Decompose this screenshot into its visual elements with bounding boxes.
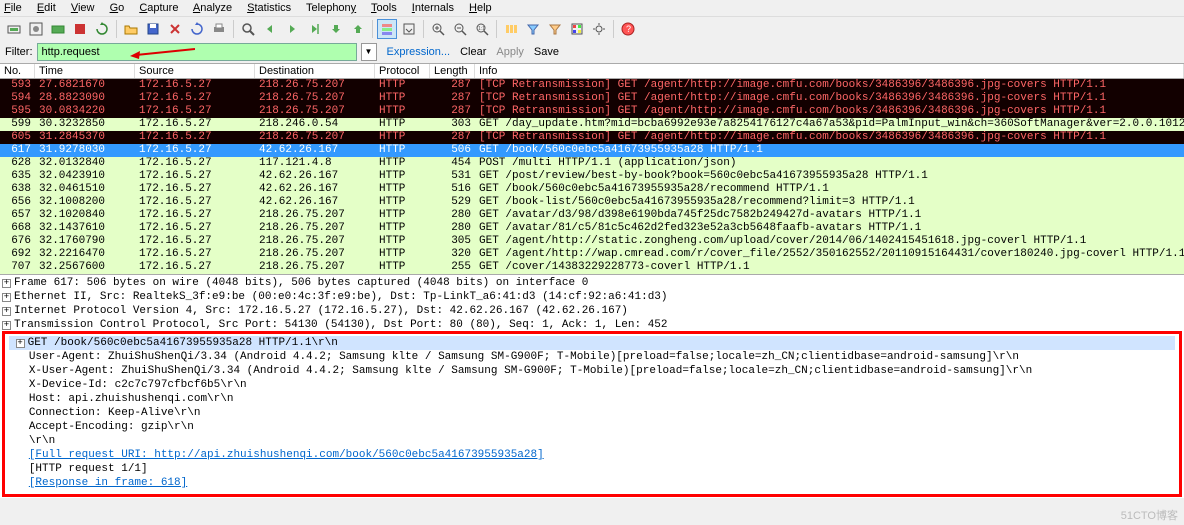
menu-bar: File Edit View Go Capture Analyze Statis… bbox=[0, 0, 1184, 17]
svg-text:1:1: 1:1 bbox=[478, 26, 485, 32]
resize-columns-icon[interactable] bbox=[501, 19, 521, 39]
expand-icon[interactable]: + bbox=[2, 321, 11, 330]
stop-capture-icon[interactable] bbox=[70, 19, 90, 39]
http-connection[interactable]: Connection: Keep-Alive\r\n bbox=[29, 407, 201, 419]
preferences-icon[interactable] bbox=[589, 19, 609, 39]
menu-help[interactable]: Help bbox=[469, 2, 492, 14]
filter-bar: Filter: ▼ Expression... Clear Apply Save bbox=[0, 41, 1184, 63]
zoom-in-icon[interactable] bbox=[428, 19, 448, 39]
packet-row[interactable]: 60531.2845370172.16.5.27218.26.75.207HTT… bbox=[0, 131, 1184, 144]
expand-icon[interactable]: + bbox=[16, 339, 25, 348]
expand-icon[interactable]: + bbox=[2, 307, 11, 316]
menu-internals[interactable]: Internals bbox=[412, 2, 454, 14]
http-request-line[interactable]: GET /book/560c0ebc5a41673955935a28 HTTP/… bbox=[28, 337, 338, 349]
packet-row[interactable]: 62832.0132840172.16.5.27117.121.4.8HTTP4… bbox=[0, 157, 1184, 170]
packet-row[interactable]: 59327.6821670172.16.5.27218.26.75.207HTT… bbox=[0, 79, 1184, 92]
col-header-no[interactable]: No. bbox=[0, 64, 35, 78]
zoom-out-icon[interactable] bbox=[450, 19, 470, 39]
filter-input[interactable] bbox=[37, 43, 357, 61]
http-request-number[interactable]: [HTTP request 1/1] bbox=[29, 463, 148, 475]
filter-expression-button[interactable]: Expression... bbox=[387, 46, 451, 58]
start-capture-icon[interactable] bbox=[48, 19, 68, 39]
coloring-rules-icon[interactable] bbox=[567, 19, 587, 39]
expand-icon[interactable]: + bbox=[2, 279, 11, 288]
menu-view[interactable]: View bbox=[71, 2, 95, 14]
zoom-100-icon[interactable]: 1:1 bbox=[472, 19, 492, 39]
http-response-frame-link[interactable]: [Response in frame: 618] bbox=[29, 477, 187, 489]
print-icon[interactable] bbox=[209, 19, 229, 39]
save-file-icon[interactable] bbox=[143, 19, 163, 39]
auto-scroll-icon[interactable] bbox=[399, 19, 419, 39]
menu-edit[interactable]: Edit bbox=[37, 2, 56, 14]
packet-row[interactable]: 59530.0834220172.16.5.27218.26.75.207HTT… bbox=[0, 105, 1184, 118]
packet-row[interactable]: 63532.0423910172.16.5.2742.62.26.167HTTP… bbox=[0, 170, 1184, 183]
menu-go[interactable]: Go bbox=[110, 2, 125, 14]
packet-row[interactable]: 67632.1760790172.16.5.27218.26.75.207HTT… bbox=[0, 235, 1184, 248]
col-header-destination[interactable]: Destination bbox=[255, 64, 375, 78]
go-last-icon[interactable] bbox=[348, 19, 368, 39]
watermark: 51CTO博客 bbox=[1121, 507, 1178, 523]
packet-row[interactable]: 65732.1020840172.16.5.27218.26.75.207HTT… bbox=[0, 209, 1184, 222]
packet-row[interactable]: 66832.1437610172.16.5.27218.26.75.207HTT… bbox=[0, 222, 1184, 235]
filter-save-button[interactable]: Save bbox=[534, 46, 559, 58]
http-host[interactable]: Host: api.zhuishushenqi.com\r\n bbox=[29, 393, 234, 405]
menu-file[interactable]: File bbox=[4, 2, 22, 14]
tree-eth[interactable]: Ethernet II, Src: RealtekS_3f:e9:be (00:… bbox=[14, 291, 668, 303]
open-file-icon[interactable] bbox=[121, 19, 141, 39]
menu-telephony[interactable]: Telephony bbox=[306, 2, 356, 14]
find-icon[interactable] bbox=[238, 19, 258, 39]
packet-row[interactable]: 65632.1008200172.16.5.2742.62.26.167HTTP… bbox=[0, 196, 1184, 209]
col-header-time[interactable]: Time bbox=[35, 64, 135, 78]
tree-ip[interactable]: Internet Protocol Version 4, Src: 172.16… bbox=[14, 305, 628, 317]
expand-icon[interactable]: + bbox=[2, 293, 11, 302]
http-full-uri-link[interactable]: [Full request URI: http://api.zhuishushe… bbox=[29, 449, 544, 461]
filter-clear-button[interactable]: Clear bbox=[460, 46, 486, 58]
main-toolbar: 1:1 ? bbox=[0, 17, 1184, 41]
packet-details-pane[interactable]: +Frame 617: 506 bytes on wire (4048 bits… bbox=[0, 274, 1184, 498]
menu-capture[interactable]: Capture bbox=[139, 2, 178, 14]
col-header-protocol[interactable]: Protocol bbox=[375, 64, 430, 78]
restart-capture-icon[interactable] bbox=[92, 19, 112, 39]
go-forward-icon[interactable] bbox=[282, 19, 302, 39]
filter-dropdown-icon[interactable]: ▼ bbox=[361, 43, 377, 61]
filter-apply-button[interactable]: Apply bbox=[496, 46, 524, 58]
http-details-box: +GET /book/560c0ebc5a41673955935a28 HTTP… bbox=[2, 331, 1182, 497]
packet-row[interactable]: 59930.3232850172.16.5.27218.246.0.54HTTP… bbox=[0, 118, 1184, 131]
packet-row[interactable]: 61731.9278030172.16.5.2742.62.26.167HTTP… bbox=[0, 144, 1184, 157]
reload-icon[interactable] bbox=[187, 19, 207, 39]
tree-tcp[interactable]: Transmission Control Protocol, Src Port:… bbox=[14, 319, 668, 331]
interfaces-icon[interactable] bbox=[4, 19, 24, 39]
capture-filters-icon[interactable] bbox=[523, 19, 543, 39]
go-back-icon[interactable] bbox=[260, 19, 280, 39]
menu-analyze[interactable]: Analyze bbox=[193, 2, 232, 14]
tree-frame[interactable]: Frame 617: 506 bytes on wire (4048 bits)… bbox=[14, 277, 588, 289]
packet-list-header: No. Time Source Destination Protocol Len… bbox=[0, 63, 1184, 79]
http-crlf[interactable]: \r\n bbox=[29, 435, 55, 447]
http-x-device-id[interactable]: X-Device-Id: c2c7c797cfbcf6b5\r\n bbox=[29, 379, 247, 391]
options-icon[interactable] bbox=[26, 19, 46, 39]
col-header-source[interactable]: Source bbox=[135, 64, 255, 78]
display-filters-icon[interactable] bbox=[545, 19, 565, 39]
svg-text:?: ? bbox=[626, 24, 631, 34]
col-header-length[interactable]: Length bbox=[430, 64, 475, 78]
http-accept-encoding[interactable]: Accept-Encoding: gzip\r\n bbox=[29, 421, 194, 433]
menu-tools[interactable]: Tools bbox=[371, 2, 397, 14]
filter-label: Filter: bbox=[5, 46, 33, 58]
packet-row[interactable]: 70732.2567600172.16.5.27218.26.75.207HTT… bbox=[0, 261, 1184, 274]
packet-list[interactable]: 59327.6821670172.16.5.27218.26.75.207HTT… bbox=[0, 79, 1184, 274]
packet-row[interactable]: 63832.0461510172.16.5.2742.62.26.167HTTP… bbox=[0, 183, 1184, 196]
colorize-icon[interactable] bbox=[377, 19, 397, 39]
packet-row[interactable]: 69232.2216470172.16.5.27218.26.75.207HTT… bbox=[0, 248, 1184, 261]
close-file-icon[interactable] bbox=[165, 19, 185, 39]
go-first-icon[interactable] bbox=[326, 19, 346, 39]
help-icon[interactable]: ? bbox=[618, 19, 638, 39]
col-header-info[interactable]: Info bbox=[475, 64, 1184, 78]
go-to-packet-icon[interactable] bbox=[304, 19, 324, 39]
menu-statistics[interactable]: Statistics bbox=[247, 2, 291, 14]
http-x-user-agent[interactable]: X-User-Agent: ZhuiShuShenQi/3.34 (Androi… bbox=[29, 365, 1032, 377]
http-user-agent[interactable]: User-Agent: ZhuiShuShenQi/3.34 (Android … bbox=[29, 351, 1019, 363]
packet-row[interactable]: 59428.8823090172.16.5.27218.26.75.207HTT… bbox=[0, 92, 1184, 105]
